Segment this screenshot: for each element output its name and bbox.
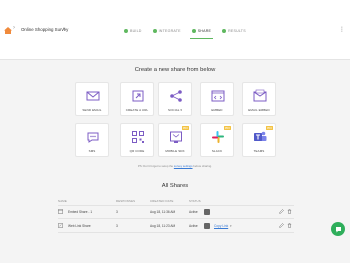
- email-embed-icon: [253, 89, 267, 102]
- teams-icon: [254, 131, 267, 141]
- code-icon: [211, 90, 225, 102]
- tile-label: SOCIAL ▾: [159, 108, 191, 112]
- copy-link-button[interactable]: Copy Link: [214, 224, 228, 228]
- tile-label: MOBILE SDK: [165, 149, 185, 153]
- edit-icon[interactable]: [279, 209, 284, 214]
- chevron-right-icon: ›: [13, 25, 15, 31]
- tile-label-text: SOCIAL: [167, 108, 180, 112]
- tile-create-url[interactable]: CREATE A URL: [120, 82, 154, 116]
- tile-qr-code[interactable]: QR CODE: [120, 123, 154, 157]
- column-header: STATUS: [189, 199, 201, 203]
- step-results[interactable]: RESULTS: [222, 27, 246, 35]
- slack-icon: [212, 131, 224, 143]
- column-header: CREATED DATE: [150, 199, 174, 203]
- edit-icon[interactable]: [279, 223, 284, 228]
- share-responses: 3: [116, 224, 118, 228]
- check-icon: [152, 29, 157, 33]
- step-build[interactable]: BUILD: [124, 27, 142, 35]
- check-icon: [191, 29, 196, 33]
- share-icon: [170, 90, 182, 102]
- tile-slack[interactable]: PRO SLACK: [200, 123, 234, 157]
- step-share[interactable]: SHARE: [189, 27, 214, 39]
- share-name[interactable]: Embed Share - 1: [68, 210, 92, 214]
- step-label: SHARE: [197, 29, 212, 33]
- tile-label: CREATE A URL: [125, 108, 149, 112]
- tile-label: SMS: [88, 149, 96, 153]
- share-created-date: Aug 18, 11:23 AM: [150, 224, 176, 228]
- share-status: Active: [189, 224, 198, 228]
- more-options-icon[interactable]: ⋮: [339, 26, 345, 33]
- tile-label: EMBED: [211, 108, 223, 112]
- chevron-down-icon[interactable]: ▾: [63, 26, 65, 32]
- divider: [58, 205, 294, 206]
- create-share-title: Create a new share from below: [134, 67, 216, 73]
- tile-social[interactable]: SOCIAL ▾: [158, 82, 192, 116]
- home-icon[interactable]: [4, 27, 12, 34]
- share-name[interactable]: Web Link Share: [68, 224, 91, 228]
- divider: [58, 218, 294, 219]
- tile-send-email[interactable]: SEND EMAIL: [75, 82, 109, 116]
- status-toggle[interactable]: [204, 208, 210, 215]
- chevron-down-icon: ▾: [180, 108, 183, 112]
- trash-icon[interactable]: [287, 209, 292, 214]
- note-suffix: before sharing.: [193, 164, 212, 168]
- status-toggle[interactable]: [204, 222, 210, 229]
- step-label: INTEGRATE: [158, 29, 181, 33]
- code-icon: [58, 209, 63, 214]
- envelope-icon: [86, 91, 100, 101]
- table-header: NAME RESPONSES CREATED DATE STATUS: [58, 199, 294, 204]
- table-row[interactable]: Embed Share - 1 3 Aug 18, 11:36 AM Activ…: [58, 207, 294, 217]
- check-icon: [222, 29, 227, 33]
- survey-name[interactable]: Online Shopping Survey: [21, 27, 68, 32]
- tile-label: SEND EMAIL: [82, 108, 102, 112]
- chat-button[interactable]: [331, 222, 345, 236]
- top-bar: › Online Shopping Survey ▾ BUILD INTEGRA…: [0, 0, 350, 60]
- step-label: RESULTS: [228, 29, 246, 33]
- note-prefix: PS: Don't forget to setup the: [138, 164, 174, 168]
- check-icon: [124, 29, 128, 33]
- link-icon: [58, 223, 63, 228]
- step-integrate[interactable]: INTEGRATE: [152, 27, 181, 35]
- qr-code-icon: [132, 131, 144, 143]
- survey-settings-link[interactable]: survey settings: [174, 164, 193, 168]
- tile-label: EMAIL EMBED: [248, 108, 270, 112]
- step-label: BUILD: [130, 29, 142, 33]
- mobile-sdk-icon: [170, 131, 182, 143]
- tile-sms[interactable]: SMS: [75, 123, 109, 157]
- share-responses: 3: [116, 210, 118, 214]
- tile-label: QR CODE: [129, 149, 145, 153]
- setup-note: PS: Don't forget to setup the survey set…: [0, 164, 350, 168]
- table-row[interactable]: Web Link Share 3 Aug 18, 11:23 AM Active…: [58, 221, 294, 231]
- column-header: RESPONSES: [116, 199, 136, 203]
- tile-teams[interactable]: PRO TEAMS: [242, 123, 276, 157]
- tile-embed[interactable]: EMBED: [200, 82, 234, 116]
- column-header: NAME: [58, 199, 67, 203]
- chat-icon: [335, 226, 341, 232]
- divider: [58, 232, 294, 233]
- tile-mobile-sdk[interactable]: PRO MOBILE SDK: [158, 123, 192, 157]
- tile-label: TEAMS: [253, 149, 265, 153]
- link-icon: [132, 90, 144, 102]
- trash-icon[interactable]: [287, 223, 292, 228]
- all-shares-title: All Shares: [161, 183, 189, 189]
- sms-icon: [87, 132, 99, 143]
- chevron-down-icon[interactable]: ▾: [230, 224, 232, 228]
- share-status: Active: [189, 210, 198, 214]
- tile-label: SLACK: [211, 149, 223, 153]
- tile-email-embed[interactable]: EMAIL EMBED: [242, 82, 276, 116]
- step-nav: BUILD INTEGRATE SHARE RESULTS: [124, 27, 257, 39]
- share-created-date: Aug 18, 11:36 AM: [150, 210, 176, 214]
